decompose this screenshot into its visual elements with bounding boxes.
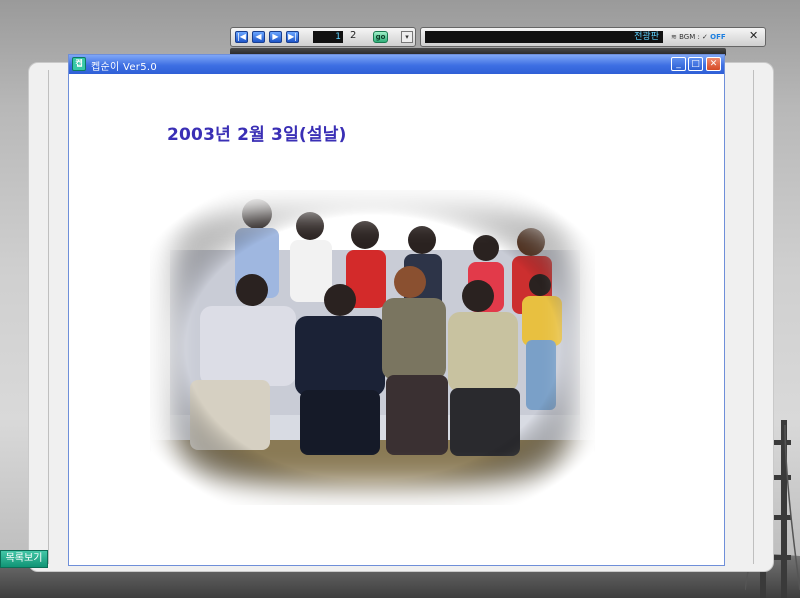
rewind-icon[interactable]: ◀ [252, 31, 265, 43]
window-titlebar[interactable]: 켑 켑순이 Ver5.0 _ □ ✕ [69, 55, 724, 74]
window-title: 켑순이 Ver5.0 [91, 62, 158, 73]
song-info-bar: 전광판 ≋ BGM : ✓ OFF ✕ [420, 27, 766, 47]
chevron-down-icon[interactable]: ▾ [401, 31, 413, 43]
maximize-button[interactable]: □ [688, 57, 703, 71]
minimize-button[interactable]: _ [671, 57, 686, 71]
prev-track-icon[interactable]: |◀ [235, 31, 248, 43]
group-photo-image [150, 190, 595, 505]
bgm-state: OFF [710, 33, 726, 41]
bgm-toggle[interactable]: ≋ BGM : ✓ OFF [671, 31, 726, 43]
song-marquee: 전광판 [425, 31, 663, 43]
bgm-label: ≋ BGM : ✓ [671, 33, 711, 41]
go-button[interactable]: go [373, 31, 388, 43]
music-player-controls: |◀ ◀ ▶ ▶| 1 2 go ▾ [230, 27, 416, 47]
photo-date-title: 2003년 2월 3일(설날) [167, 125, 347, 145]
track-number: 2 [350, 30, 357, 41]
track-display: 1 [313, 31, 343, 43]
play-icon[interactable]: ▶ [269, 31, 282, 43]
close-button[interactable]: ✕ [706, 57, 721, 71]
app-icon: 켑 [72, 57, 86, 71]
list-view-button[interactable]: 목록보기 [0, 550, 48, 568]
next-track-icon[interactable]: ▶| [286, 31, 299, 43]
close-icon[interactable]: ✕ [749, 29, 758, 42]
